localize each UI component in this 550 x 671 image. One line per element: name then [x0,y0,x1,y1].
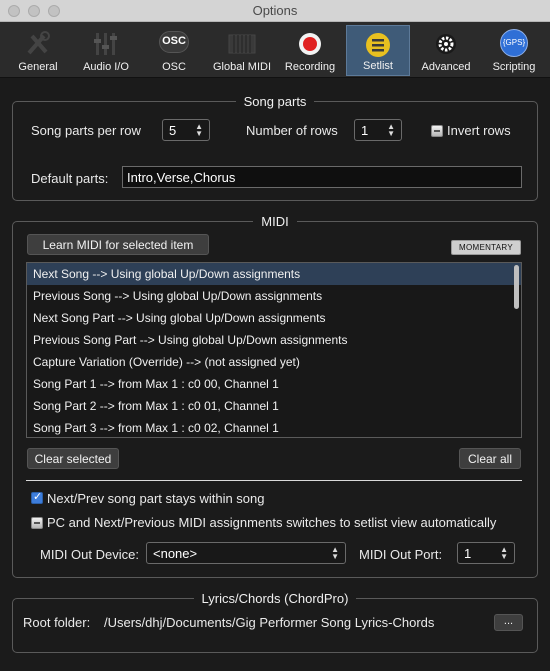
pc-switches-label: PC and Next/Previous MIDI assignments sw… [47,515,497,530]
stepper-arrows-icon: ▲ ▼ [195,122,203,138]
invert-rows-checkbox[interactable] [431,125,443,137]
tools-icon [27,31,50,55]
midi-out-device-label: MIDI Out Device: [40,547,139,562]
number-of-rows-label: Number of rows [246,123,338,138]
clear-selected-button[interactable]: Clear selected [27,448,119,469]
title-bar: Options [0,0,550,22]
midi-out-port-select[interactable]: 1 ▲ ▼ [457,542,515,564]
tab-global-midi[interactable]: Global MIDI [208,25,276,76]
learn-midi-button[interactable]: Learn MIDI for selected item [27,234,209,255]
toolbar: General Audio I/O OSC OSC Global MIDI Re… [0,22,550,78]
keyboard-icon [228,34,256,54]
tab-osc[interactable]: OSC OSC [148,25,200,76]
list-item[interactable]: Song Part 3 --> from Max 1 : c0 02, Chan… [27,417,521,437]
list-item[interactable]: Next Song --> Using global Up/Down assig… [27,263,521,285]
tab-recording[interactable]: Recording [282,25,338,76]
record-icon [299,33,321,55]
pc-switches-checkbox[interactable] [31,517,43,529]
tab-general[interactable]: General [10,25,66,76]
lyrics-title: Lyrics/Chords (ChordPro) [0,591,550,606]
select-arrows-icon: ▲ ▼ [331,545,339,561]
gear-icon [436,34,456,54]
list-scrollbar[interactable] [514,265,519,309]
midi-out-port-label: MIDI Out Port: [359,547,443,562]
mixer-faders-icon [94,33,117,55]
song-parts-per-row-stepper[interactable]: 5 ▲ ▼ [162,119,210,141]
invert-rows-label: Invert rows [447,123,511,138]
window-title: Options [252,3,298,18]
stepper-arrows-icon: ▲ ▼ [387,122,395,138]
momentary-button[interactable]: MOMENTARY [451,240,521,255]
stay-within-song-label: Next/Prev song part stays within song [47,491,265,506]
root-folder-label: Root folder: [23,615,91,630]
list-item[interactable]: Capture Variation (Override) --> (not as… [27,351,521,373]
tab-audio-io[interactable]: Audio I/O [74,25,138,76]
list-item[interactable]: Previous Song Part --> Using global Up/D… [27,329,521,351]
clear-all-button[interactable]: Clear all [459,448,521,469]
browse-folder-button[interactable]: ... [494,614,523,631]
root-folder-path: /Users/dhj/Documents/Gig Performer Song … [104,615,435,630]
gps-icon: {GPS} [500,29,528,57]
osc-icon: OSC [159,31,189,53]
list-item[interactable]: Next Song Part --> Using global Up/Down … [27,307,521,329]
default-parts-field[interactable]: Intro,Verse,Chorus [122,166,522,188]
number-of-rows-stepper[interactable]: 1 ▲ ▼ [354,119,402,141]
setlist-icon [366,33,390,57]
list-item[interactable]: Previous Song --> Using global Up/Down a… [27,285,521,307]
tab-setlist[interactable]: Setlist [346,25,410,76]
midi-title: MIDI [0,214,550,229]
song-parts-title: Song parts [0,94,550,109]
tab-advanced[interactable]: Advanced [418,25,474,76]
midi-assignments-list[interactable]: Next Song --> Using global Up/Down assig… [26,262,522,438]
divider [26,480,522,481]
midi-out-device-select[interactable]: <none> ▲ ▼ [146,542,346,564]
list-item[interactable]: Song Part 2 --> from Max 1 : c0 01, Chan… [27,395,521,417]
list-item[interactable]: Song Part 1 --> from Max 1 : c0 00, Chan… [27,373,521,395]
stay-within-song-checkbox[interactable] [31,490,43,504]
default-parts-label: Default parts: [31,171,109,186]
tab-scripting[interactable]: {GPS} Scripting [484,25,544,76]
select-arrows-icon: ▲ ▼ [500,545,508,561]
song-parts-per-row-label: Song parts per row [31,123,141,138]
